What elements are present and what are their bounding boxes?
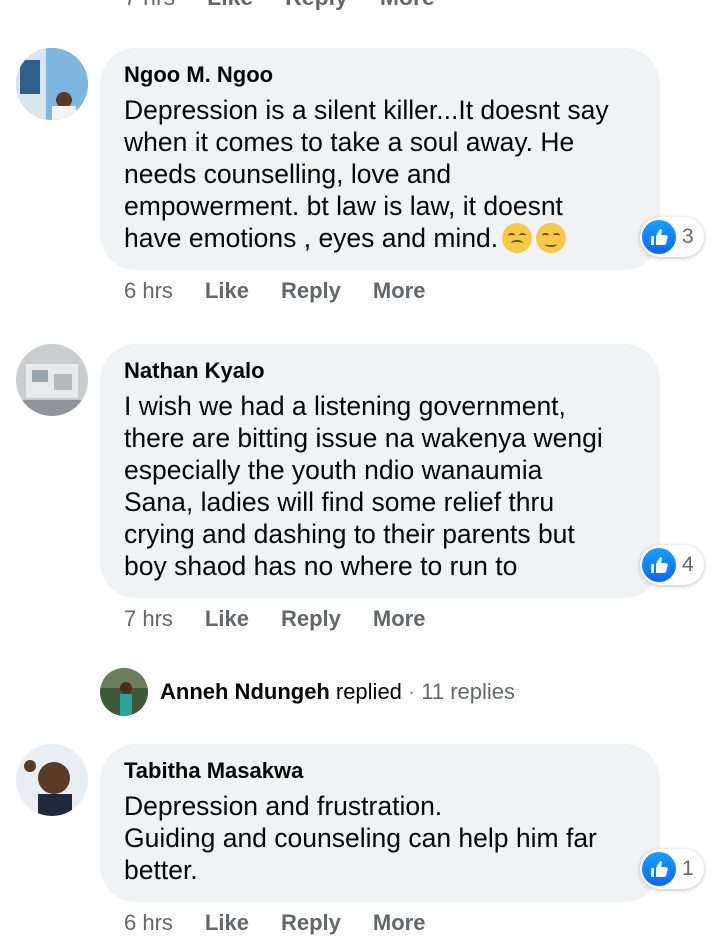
relieved-face-emoji — [502, 223, 533, 253]
pensive-face-emoji — [536, 223, 567, 253]
comment-text: Depression and frustration. Guiding and … — [124, 791, 597, 885]
comment-bubble: Ngoo M. Ngoo Depression is a silent kill… — [100, 48, 660, 270]
like-icon — [642, 220, 676, 254]
comment-actions: 6 hrs Like Reply More — [124, 910, 425, 936]
like-icon — [642, 548, 676, 582]
reply-count: 11 replies — [421, 679, 516, 704]
comment-bubble: Tabitha Masakwa Depression and frustrati… — [100, 744, 660, 902]
comment-author[interactable]: Tabitha Masakwa — [124, 758, 636, 784]
avatar[interactable] — [16, 344, 88, 416]
more-button[interactable]: More — [373, 606, 426, 632]
comment-time: 7 hrs — [124, 0, 175, 11]
reaction-summary[interactable]: 3 — [640, 217, 704, 257]
comment-actions: 6 hrs Like Reply More — [124, 278, 425, 304]
reply-button[interactable]: Reply — [281, 278, 341, 304]
reaction-count: 4 — [682, 553, 694, 576]
comment-actions: 7 hrs Like Reply More — [124, 606, 425, 632]
comment-time[interactable]: 6 hrs — [124, 278, 173, 304]
comment-author[interactable]: Ngoo M. Ngoo — [124, 62, 636, 88]
view-replies-link[interactable]: Anneh Ndungeh replied · 11 replies — [100, 668, 515, 716]
previous-comment-actions: 7 hrs Like Reply More — [124, 0, 435, 11]
reaction-count: 1 — [682, 857, 694, 880]
comment-author[interactable]: Nathan Kyalo — [124, 358, 636, 384]
comment-text: I wish we had a listening government, th… — [124, 391, 603, 581]
avatar — [100, 668, 148, 716]
reply-separator: · — [407, 679, 416, 704]
more-button[interactable]: More — [380, 0, 435, 11]
like-button[interactable]: Like — [205, 606, 249, 632]
comment-time[interactable]: 6 hrs — [124, 910, 173, 936]
like-icon — [642, 852, 676, 886]
like-button[interactable]: Like — [205, 910, 249, 936]
like-button[interactable]: Like — [207, 0, 253, 11]
comment-text: Depression is a silent killer...It doesn… — [124, 95, 609, 253]
reaction-summary[interactable]: 1 — [640, 849, 704, 889]
comment-bubble: Nathan Kyalo I wish we had a listening g… — [100, 344, 660, 598]
avatar[interactable] — [16, 744, 88, 816]
reply-button[interactable]: Reply — [285, 0, 348, 11]
reaction-summary[interactable]: 4 — [640, 545, 704, 585]
like-button[interactable]: Like — [205, 278, 249, 304]
more-button[interactable]: More — [373, 910, 426, 936]
reply-button[interactable]: Reply — [281, 910, 341, 936]
more-button[interactable]: More — [373, 278, 426, 304]
comment-time[interactable]: 7 hrs — [124, 606, 173, 632]
reply-button[interactable]: Reply — [281, 606, 341, 632]
reply-verb: replied — [335, 679, 402, 704]
reply-author: Anneh Ndungeh — [160, 679, 330, 704]
avatar[interactable] — [16, 48, 88, 120]
reaction-count: 3 — [682, 225, 694, 248]
